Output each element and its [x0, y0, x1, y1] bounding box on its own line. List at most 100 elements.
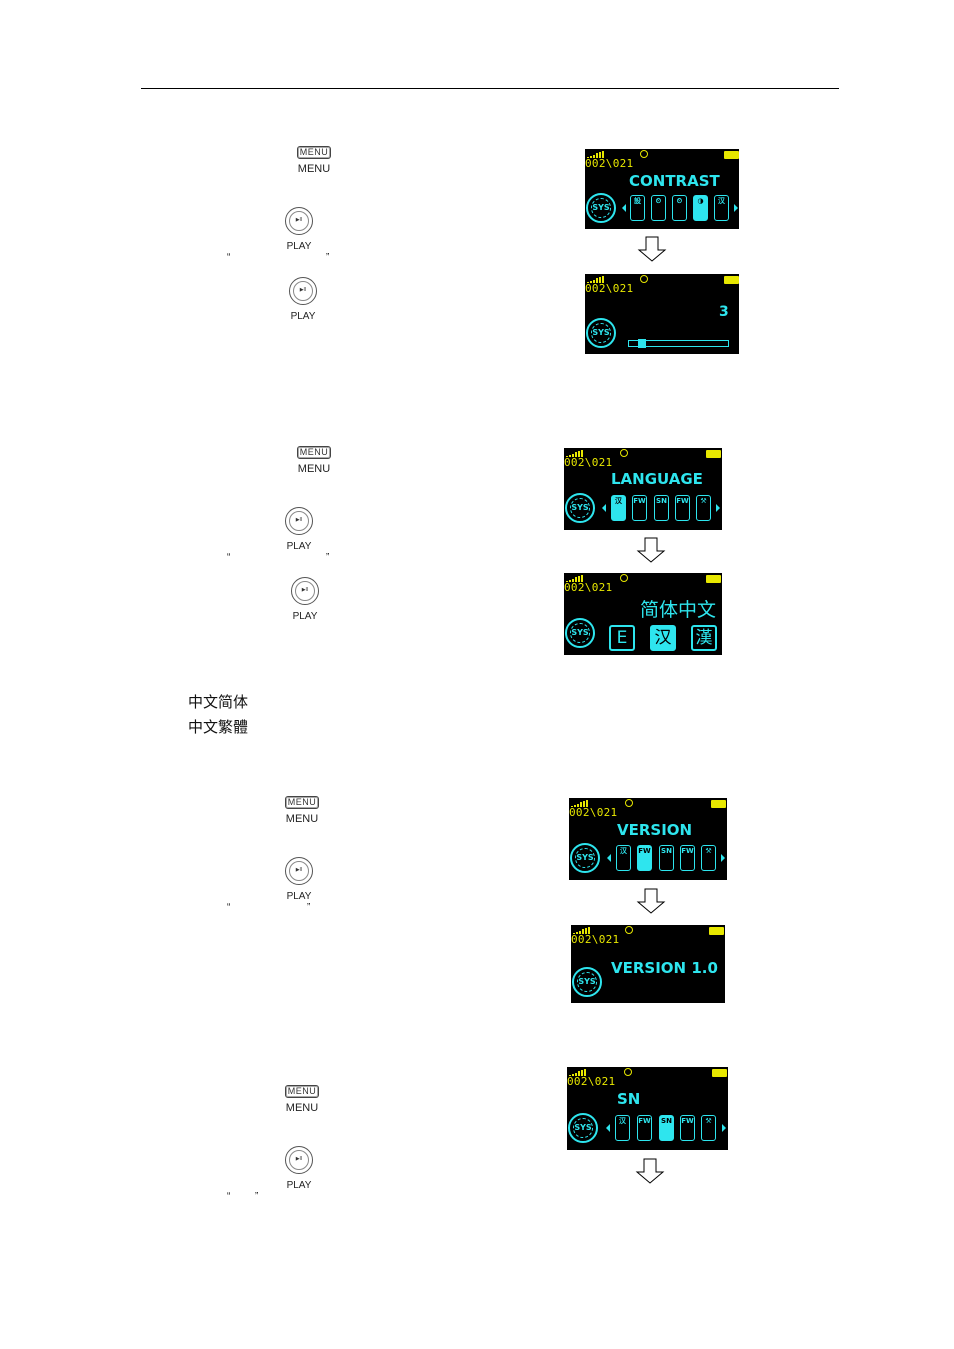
arrow-right-icon [722, 1124, 726, 1132]
arrow-right-icon [721, 854, 725, 862]
track-counter: 002\021 [585, 282, 634, 295]
menu-key-icon: MENU [284, 796, 320, 809]
menu-icon-selected: 汉 [611, 495, 626, 521]
play-icon: ▶II [285, 857, 313, 885]
play-label: PLAY [290, 311, 316, 322]
menu-button: MENU MENU [277, 792, 327, 826]
play-icon: ▶II [285, 1146, 313, 1174]
play-label: PLAY [286, 241, 312, 252]
arrow-left-icon [622, 204, 626, 212]
version-value: VERSION 1.0 [611, 959, 718, 977]
play-button: ▶II PLAY [279, 207, 319, 253]
clock-icon [620, 574, 628, 582]
menu-button: MENU MENU [277, 1081, 327, 1115]
contrast-slider [628, 339, 729, 348]
current-language: 简体中文 [640, 599, 717, 621]
menu-icon: SN [659, 845, 674, 871]
menu-label: MENU [285, 1102, 319, 1114]
play-label: PLAY [286, 541, 312, 552]
play-button: ▶II PLAY [279, 507, 319, 553]
lcd-version-result: 002\021 VERSION 1.0 SYS [571, 925, 725, 1003]
menu-title: SN [617, 1090, 641, 1108]
track-counter: 002\021 [564, 456, 613, 469]
language-option-english: E [609, 625, 635, 651]
menu-label: MENU [285, 813, 319, 825]
menu-icon: 汉 [615, 1115, 630, 1141]
menu-key-icon: MENU [296, 446, 332, 459]
arrow-left-icon [602, 504, 606, 512]
lcd-version-menu: 002\021 VERSION SYS 汉 FW SN FW ⚒ [569, 798, 727, 880]
menu-key-icon: MENU [296, 146, 332, 159]
play-button: ▶II PLAY [279, 1146, 319, 1192]
track-counter: 002\021 [571, 933, 620, 946]
close-quote: ” [326, 252, 330, 263]
language-option-simplified: 汉 [650, 625, 676, 651]
menu-icon: FW [675, 495, 690, 521]
menu-title: VERSION [617, 821, 693, 839]
clock-icon [624, 1068, 632, 1076]
down-arrow-icon [635, 1158, 665, 1184]
menu-icon: 設 [630, 195, 645, 221]
menu-icon: SN [654, 495, 669, 521]
lcd-language-menu: 002\021 LANGUAGE SYS 汉 FW SN FW ⚒ [564, 448, 722, 530]
close-quote: ” [307, 902, 311, 913]
sys-icon: SYS [568, 1113, 598, 1143]
close-quote: ” [255, 1191, 259, 1202]
menu-icon: ⏲ [651, 195, 666, 221]
clock-icon [640, 150, 648, 158]
menu-title: CONTRAST [629, 172, 720, 190]
sys-icon: SYS [565, 618, 595, 648]
arrow-left-icon [607, 854, 611, 862]
menu-label: MENU [297, 463, 331, 475]
open-quote: “ [227, 552, 231, 563]
arrow-right-icon [716, 504, 720, 512]
menu-icon: ⚒ [701, 1115, 716, 1141]
battery-icon [712, 1069, 727, 1077]
play-button: ▶II PLAY [279, 857, 319, 903]
lcd-contrast-menu: 002\021 CONTRAST SYS 設 ⏲ ⏲ ◑ 汉 [585, 149, 739, 229]
down-arrow-icon [636, 537, 666, 563]
header-rule [141, 88, 839, 89]
down-arrow-icon [636, 888, 666, 914]
clock-icon [620, 449, 628, 457]
sys-icon: SYS [586, 318, 616, 348]
play-icon: ▶II [291, 577, 319, 605]
menu-icon: ⚒ [701, 845, 716, 871]
play-icon: ▶II [285, 207, 313, 235]
menu-button: MENU MENU [289, 442, 339, 476]
lcd-language-select: 002\021 简体中文 SYS E 汉 漢 [564, 573, 722, 655]
arrow-left-icon [606, 1124, 610, 1132]
track-counter: 002\021 [564, 581, 613, 594]
play-label: PLAY [286, 1180, 312, 1191]
slider-knob [638, 339, 647, 348]
arrow-right-icon [734, 204, 738, 212]
menu-title: LANGUAGE [611, 470, 703, 488]
menu-icon-selected: SN [659, 1115, 674, 1141]
clock-icon [625, 926, 633, 934]
menu-icon: FW [680, 1115, 695, 1141]
track-counter: 002\021 [567, 1075, 616, 1088]
clock-icon [625, 799, 633, 807]
menu-key-icon: MENU [284, 1085, 320, 1098]
battery-icon [724, 276, 739, 284]
language-note: 中文简体 [188, 693, 249, 711]
sys-icon: SYS [586, 193, 616, 223]
close-quote: ” [326, 552, 330, 563]
sys-icon: SYS [572, 967, 602, 997]
clock-icon [640, 275, 648, 283]
play-label: PLAY [286, 891, 312, 902]
language-option-traditional: 漢 [691, 625, 717, 651]
menu-icon-selected: FW [637, 845, 652, 871]
battery-icon [711, 800, 726, 808]
menu-icon: FW [637, 1115, 652, 1141]
language-note: 中文繁體 [188, 718, 249, 736]
play-button: ▶II PLAY [285, 577, 325, 623]
menu-label: MENU [297, 163, 331, 175]
menu-icon: ⏲ [672, 195, 687, 221]
sys-icon: SYS [565, 493, 595, 523]
battery-icon [709, 927, 724, 935]
battery-icon [706, 450, 721, 458]
open-quote: “ [227, 1191, 231, 1202]
play-label: PLAY [292, 611, 318, 622]
play-icon: ▶II [285, 507, 313, 535]
